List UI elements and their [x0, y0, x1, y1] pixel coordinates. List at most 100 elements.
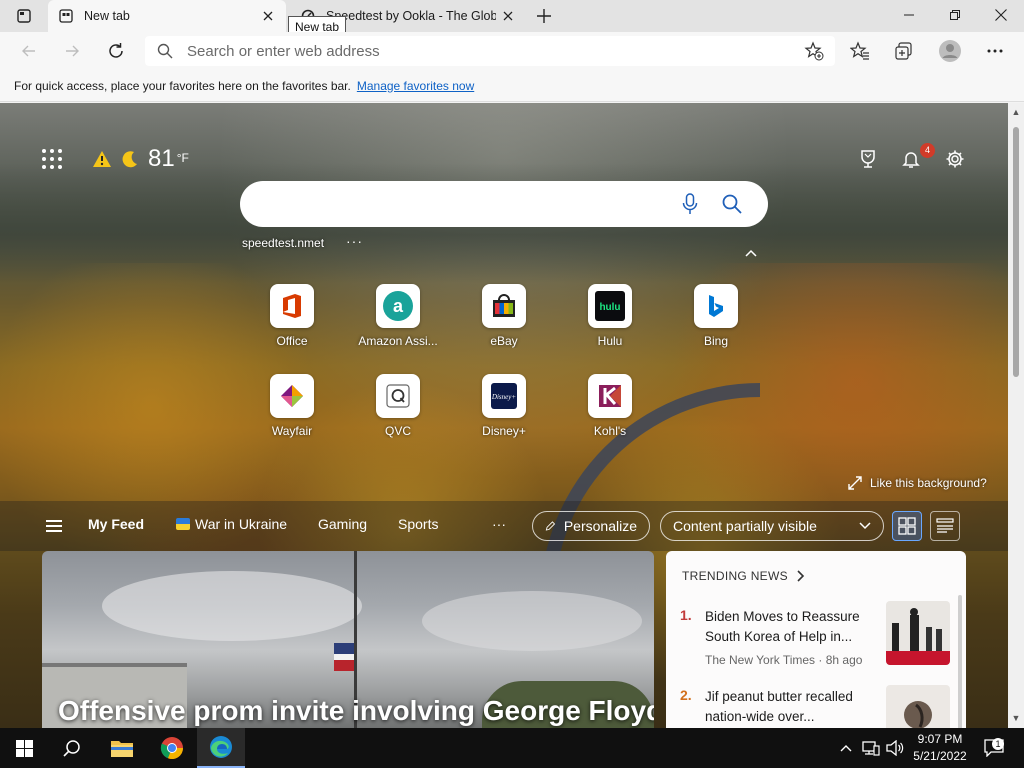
quicklink-label: Disney+ — [482, 424, 526, 438]
hero-headline[interactable]: Offensive prom invite involving George F… — [58, 695, 654, 727]
feed-more-button[interactable]: ··· — [492, 516, 506, 532]
favorites-icon — [850, 41, 869, 60]
chrome-icon — [160, 737, 184, 760]
trending-scrollbar[interactable] — [958, 595, 962, 728]
ukraine-flag-icon — [176, 518, 190, 530]
address-placeholder: Search or enter web address — [187, 42, 380, 60]
more-horizontal-icon — [987, 49, 1003, 53]
close-tab-button[interactable] — [256, 4, 280, 28]
recent-search-item[interactable]: speedtest.nmet — [242, 236, 324, 250]
feed-tab-my-feed[interactable]: My Feed — [88, 516, 144, 532]
scrollbar-thumb[interactable] — [1013, 127, 1019, 377]
show-hidden-icons-button[interactable] — [836, 728, 856, 768]
collections-button[interactable] — [888, 35, 920, 67]
forward-button[interactable] — [56, 35, 88, 67]
list-view-button[interactable] — [930, 511, 960, 541]
taskbar-chrome[interactable] — [148, 728, 196, 768]
content-visibility-value: Content partially visible — [673, 518, 817, 534]
search-icon — [63, 740, 80, 757]
scroll-down-arrow[interactable]: ▼ — [1011, 713, 1021, 723]
refresh-button[interactable] — [100, 35, 132, 67]
chevron-down-icon — [859, 522, 871, 530]
taskbar-search-button[interactable] — [48, 728, 96, 768]
voice-search-button[interactable] — [678, 192, 702, 216]
quicklink-amazon-assistant[interactable]: a Amazon Assi... — [353, 284, 443, 364]
close-window-button[interactable] — [978, 0, 1024, 30]
restore-button[interactable] — [932, 0, 978, 30]
search-icon — [157, 42, 175, 60]
tab-new-tab[interactable]: New tab — [48, 0, 286, 32]
taskbar-file-explorer[interactable] — [98, 728, 146, 768]
hero-news-card[interactable]: Offensive prom invite involving George F… — [42, 551, 654, 728]
quicklink-label: Hulu — [597, 334, 623, 348]
page-scrollbar[interactable]: ▲ ▼ — [1008, 103, 1024, 728]
close-tab-button[interactable] — [496, 4, 520, 28]
profile-button[interactable] — [934, 35, 966, 67]
quicklink-hulu[interactable]: hulu Hulu — [565, 284, 655, 364]
feed-menu-button[interactable] — [46, 520, 62, 532]
quicklink-wayfair[interactable]: Wayfair — [247, 374, 337, 454]
quicklink-qvc[interactable]: QVC — [353, 374, 443, 454]
like-background-button[interactable]: Like this background? — [848, 474, 987, 492]
avatar-icon — [939, 40, 961, 62]
personalize-button[interactable]: Personalize — [532, 511, 650, 541]
quicklink-label: Office — [276, 334, 308, 348]
favorites-button[interactable] — [844, 35, 876, 67]
trending-news-item[interactable]: 2. Jif peanut butter recalled nation-wid… — [680, 685, 950, 728]
rewards-button[interactable] — [856, 147, 880, 171]
trending-source: The New York Times · 8h ago — [705, 653, 863, 667]
tab-title: New tab — [84, 9, 130, 23]
trending-thumbnail — [886, 685, 950, 728]
tab-strip: New tab Speedtest by Ookla - The Global … — [0, 0, 1024, 38]
quicklink-disney-plus[interactable]: Disney+ Disney+ — [459, 374, 549, 454]
back-button[interactable] — [13, 35, 45, 67]
quicklink-office[interactable]: Office — [247, 284, 337, 364]
personalize-label: Personalize — [563, 518, 637, 534]
quicklink-label: QVC — [384, 424, 411, 438]
recent-search-more-button[interactable]: ··· — [346, 233, 363, 249]
volume-button[interactable] — [884, 728, 906, 768]
minimize-button[interactable] — [886, 0, 932, 30]
app-launcher-button[interactable] — [42, 149, 62, 169]
address-bar[interactable]: Search or enter web address — [145, 36, 835, 66]
feed-tab-sports[interactable]: Sports — [398, 516, 438, 532]
manage-favorites-link[interactable]: Manage favorites now — [357, 79, 474, 93]
hero-image-cloud — [102, 571, 362, 641]
action-center-count: 1 — [992, 738, 1004, 750]
feed-tab-war-in-ukraine[interactable]: War in Ukraine — [176, 516, 287, 532]
weather-widget[interactable]: 81 °F — [92, 143, 189, 175]
network-button[interactable] — [860, 728, 882, 768]
tab-actions-button[interactable] — [8, 6, 40, 26]
feed-tab-gaming[interactable]: Gaming — [318, 516, 367, 532]
quicklink-label: Bing — [703, 334, 729, 348]
start-button[interactable] — [0, 728, 48, 768]
new-tab-button[interactable] — [532, 4, 556, 28]
search-submit-button[interactable] — [720, 192, 744, 216]
collapse-quicklinks-button[interactable] — [744, 245, 758, 257]
quicklink-label: Wayfair — [271, 424, 313, 438]
trending-rank: 1. — [680, 607, 692, 623]
grid-view-button[interactable] — [892, 511, 922, 541]
content-visibility-dropdown[interactable]: Content partially visible — [660, 511, 884, 541]
warning-icon — [93, 151, 111, 167]
chevron-up-icon — [745, 249, 757, 257]
add-favorite-button[interactable] — [801, 38, 827, 64]
plus-icon — [537, 9, 551, 23]
scroll-up-arrow[interactable]: ▲ — [1011, 107, 1021, 117]
qvc-icon — [376, 374, 420, 418]
arrow-left-icon — [22, 45, 35, 57]
quicklink-ebay[interactable]: eBay — [459, 284, 549, 364]
web-search-box[interactable] — [240, 181, 768, 227]
settings-more-button[interactable] — [979, 35, 1011, 67]
quicklink-bing[interactable]: Bing — [671, 284, 761, 364]
trending-news-item[interactable]: 1. Biden Moves to Reassure South Korea o… — [680, 601, 950, 673]
moon-icon — [122, 151, 137, 168]
quicklink-kohls[interactable]: Kohl's — [565, 374, 655, 454]
trending-news-header[interactable]: TRENDING NEWS — [682, 569, 806, 583]
page-settings-button[interactable] — [943, 147, 967, 171]
system-clock[interactable]: 9:07 PM 5/21/2022 — [908, 731, 972, 765]
new-tab-page: 81 °F 4 speedtest.nmet ··· Office a Amaz… — [0, 103, 1008, 728]
action-center-button[interactable]: 1 — [978, 728, 1010, 768]
taskbar-edge[interactable] — [197, 728, 245, 768]
pencil-icon — [545, 521, 556, 531]
